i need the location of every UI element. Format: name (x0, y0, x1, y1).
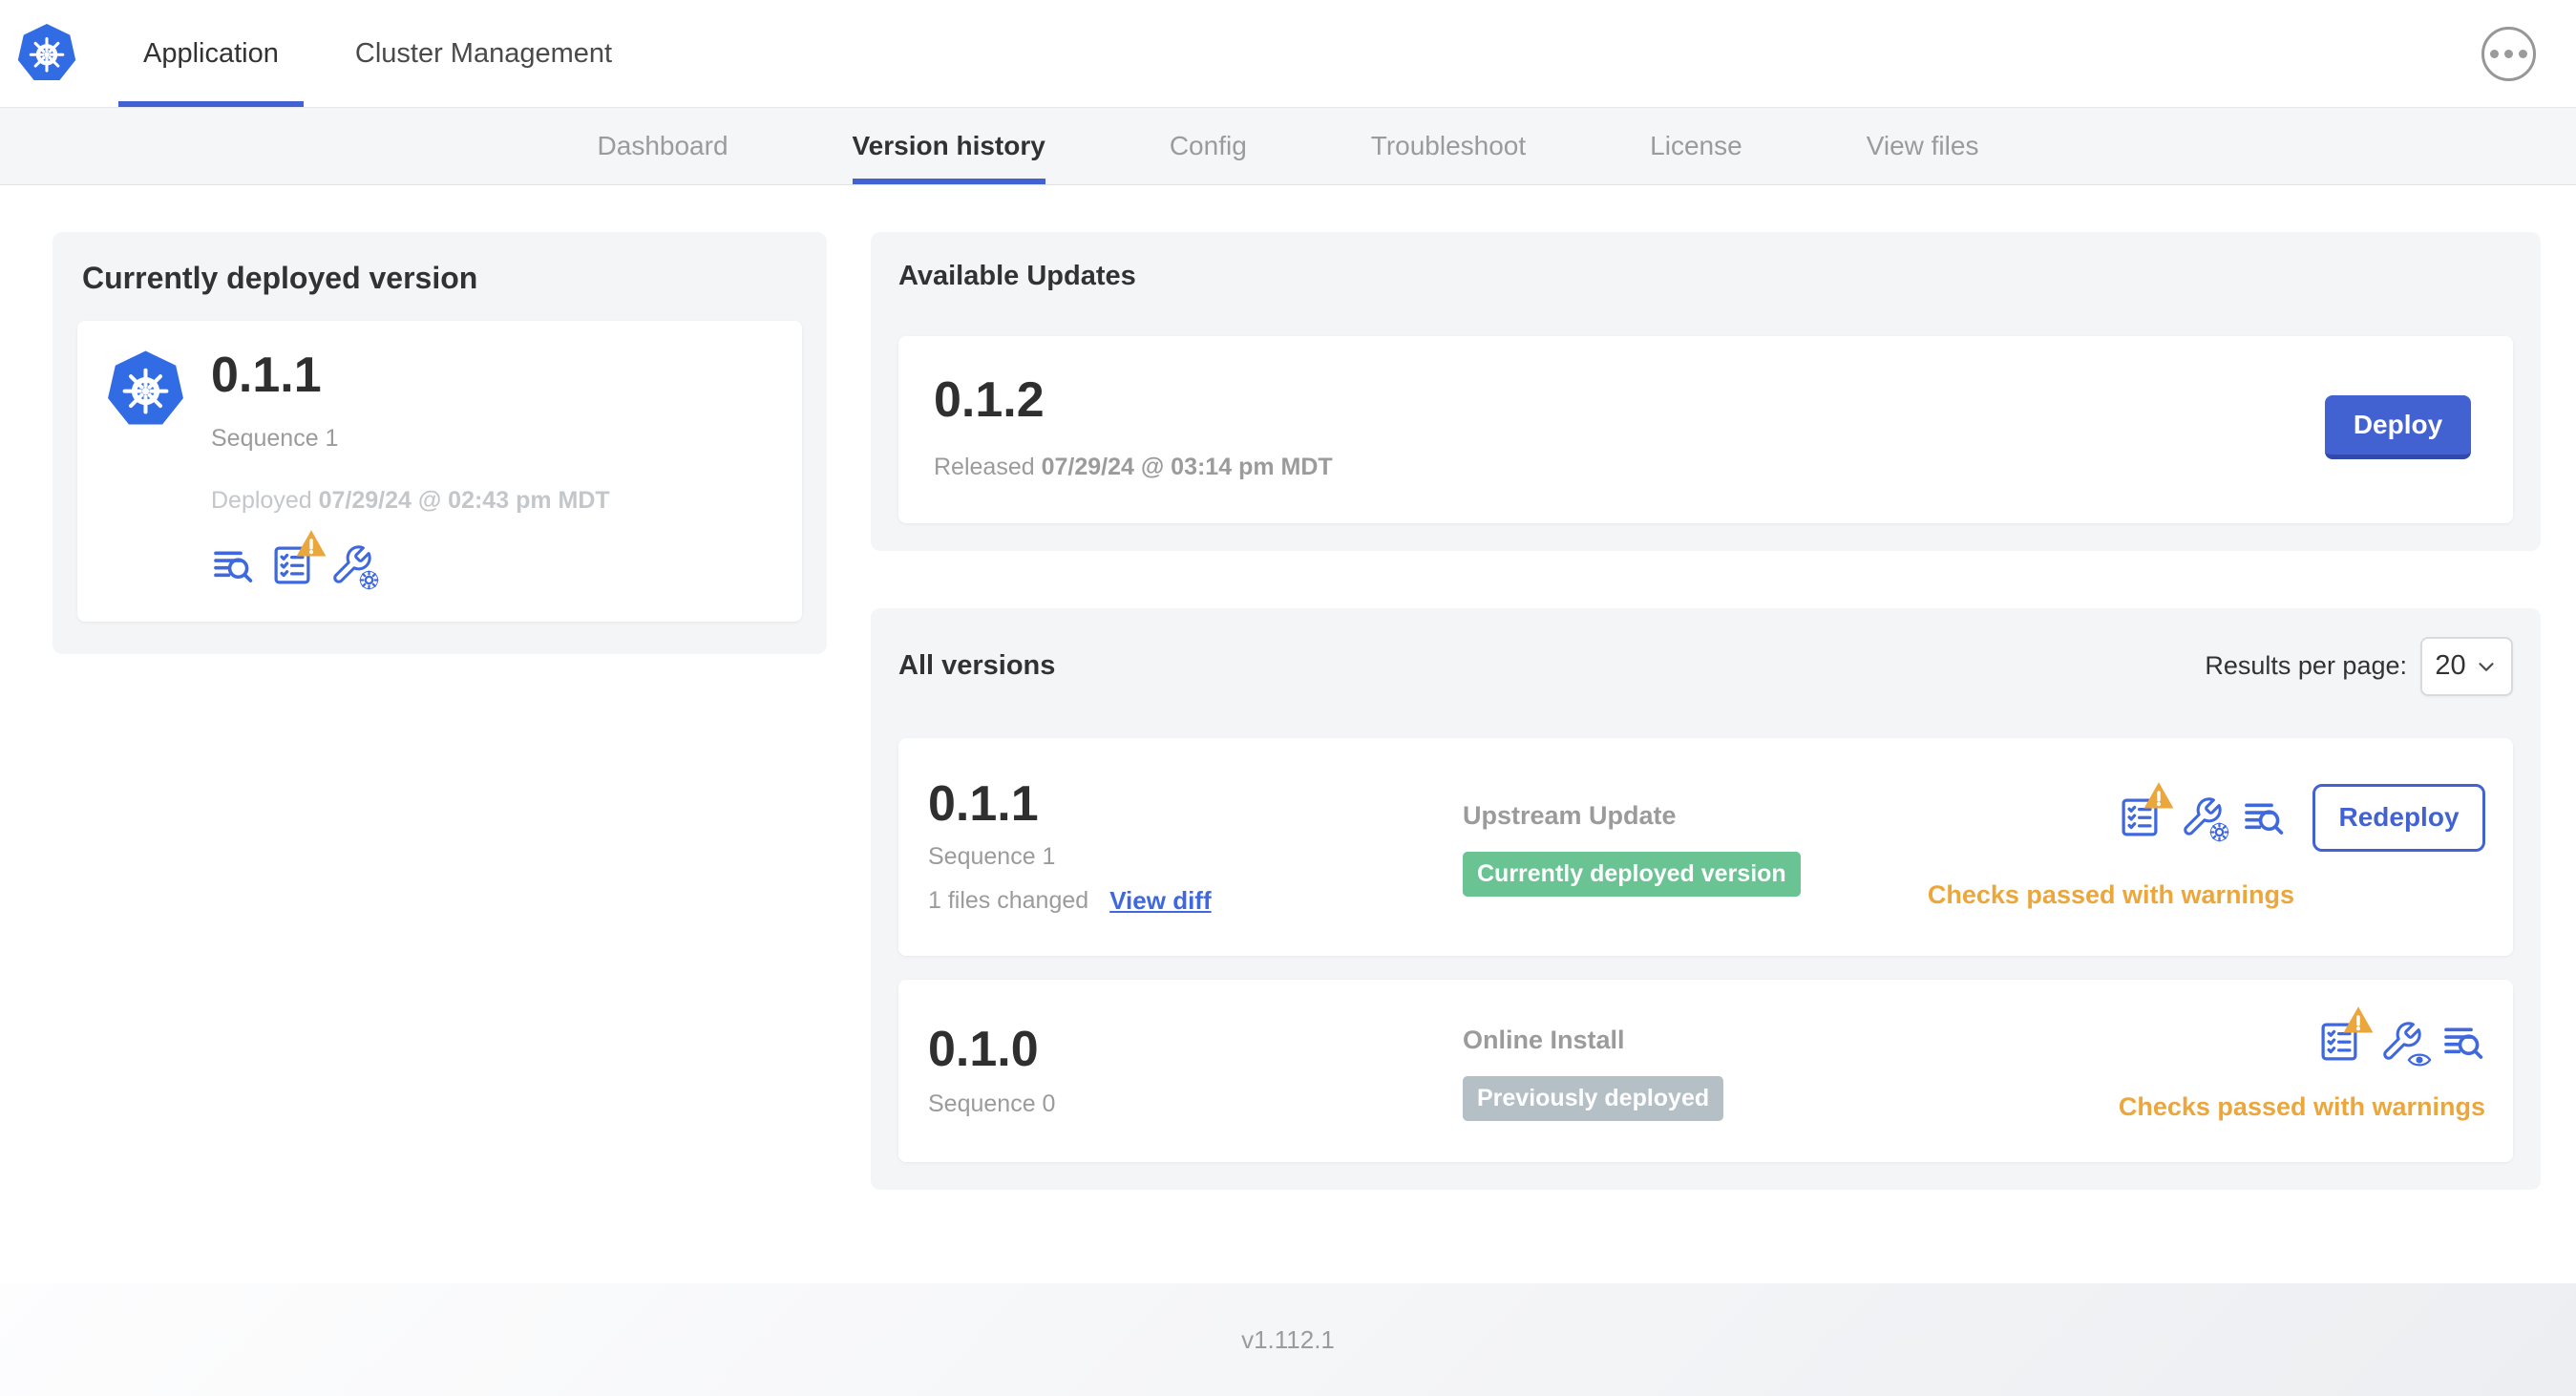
version-row-0-1-1: 0.1.1 Sequence 1 1 files changed View di… (898, 737, 2513, 957)
wrench-gear-icon[interactable] (329, 543, 379, 590)
ellipsis-icon (2490, 49, 2499, 58)
available-update-row: 0.1.2 Released 07/29/24 @ 03:14 pm MDT D… (898, 336, 2513, 523)
wrench-gear-icon[interactable] (2180, 795, 2229, 843)
preflight-checklist-warning-icon[interactable] (2118, 780, 2176, 839)
app-sub-nav: Dashboard Version history Config Trouble… (0, 108, 2576, 185)
version-row-0-1-0: 0.1.0 Sequence 0 Online Install Previous… (898, 980, 2513, 1163)
tab-troubleshoot[interactable]: Troubleshoot (1371, 108, 1526, 184)
log-lines-magnifier-icon[interactable] (2242, 795, 2286, 839)
view-diff-link[interactable]: View diff (1109, 886, 1211, 916)
warning-triangle-icon (2341, 1005, 2375, 1035)
log-lines-magnifier-icon[interactable] (2441, 1020, 2485, 1064)
top-nav-tabs: Application Cluster Management (118, 0, 637, 107)
main-content: Currently deployed version 0.1.1 Sequenc… (0, 185, 2576, 1283)
kubernetes-app-icon (107, 349, 184, 430)
row-version-number: 0.1.0 (928, 1021, 1039, 1077)
results-per-page-label: Results per page: (2205, 651, 2407, 681)
tab-dashboard[interactable]: Dashboard (598, 108, 728, 184)
deployed-sequence: Sequence 1 (211, 424, 339, 452)
tab-cluster-management[interactable]: Cluster Management (330, 0, 637, 107)
currently-deployed-title: Currently deployed version (82, 261, 478, 295)
results-per-page: Results per page: 20 (2205, 636, 2513, 696)
console-version: v1.112.1 (1241, 1324, 1335, 1354)
deployed-timestamp: Deployed 07/29/24 @ 02:43 pm MDT (211, 486, 610, 514)
wrench-eye-icon[interactable] (2379, 1020, 2432, 1067)
all-versions-title: All versions (898, 650, 1056, 682)
deployed-action-icons (211, 528, 610, 590)
row-sequence: Sequence 0 (928, 1090, 1056, 1118)
results-per-page-select[interactable]: 20 (2420, 636, 2513, 696)
log-lines-magnifier-icon[interactable] (211, 543, 255, 587)
update-version-number: 0.1.2 (934, 372, 1045, 428)
preflight-checklist-warning-icon[interactable] (2317, 1005, 2375, 1064)
warning-triangle-icon (294, 528, 328, 558)
deploy-button[interactable]: Deploy (2325, 395, 2471, 460)
kubernetes-logo-icon (17, 24, 76, 83)
update-released-timestamp: Released 07/29/24 @ 03:14 pm MDT (934, 453, 1333, 480)
deployed-version-number: 0.1.1 (211, 348, 322, 403)
eye-icon (2407, 1053, 2432, 1067)
all-versions-card: All versions Results per page: 20 0.1.1 … (871, 607, 2541, 1191)
warning-triangle-icon (2142, 780, 2176, 811)
version-source: Online Install (1463, 1025, 1625, 1054)
tab-license[interactable]: License (1650, 108, 1742, 184)
redeploy-button[interactable]: Redeploy (2312, 783, 2485, 852)
status-badge: Previously deployed (1463, 1075, 1724, 1121)
version-source: Upstream Update (1463, 800, 1677, 830)
preflight-status-text: Checks passed with warnings (2118, 1092, 2485, 1122)
tab-view-files[interactable]: View files (1867, 108, 1979, 184)
preflight-checklist-warning-icon[interactable] (270, 528, 328, 587)
tab-application[interactable]: Application (118, 0, 304, 107)
footer: v1.112.1 (0, 1283, 2576, 1396)
available-updates-title: Available Updates (898, 261, 1136, 291)
row-version-number: 0.1.1 (928, 775, 1039, 832)
available-updates-card: Available Updates 0.1.2 Released 07/29/2… (871, 232, 2541, 551)
row-sequence: Sequence 1 (928, 843, 1056, 871)
more-options-button[interactable] (2481, 26, 2536, 81)
tab-config[interactable]: Config (1170, 108, 1247, 184)
tab-version-history[interactable]: Version history (852, 108, 1045, 184)
chevron-down-icon (2479, 662, 2494, 671)
files-changed-text: 1 files changed (928, 887, 1089, 915)
status-badge: Currently deployed version (1463, 851, 1801, 897)
top-nav: Application Cluster Management (0, 0, 2576, 108)
deployed-version-panel: 0.1.1 Sequence 1 Deployed 07/29/24 @ 02:… (77, 321, 802, 622)
preflight-status-text: Checks passed with warnings (1927, 879, 2294, 909)
currently-deployed-card: Currently deployed version 0.1.1 Sequenc… (53, 232, 827, 654)
